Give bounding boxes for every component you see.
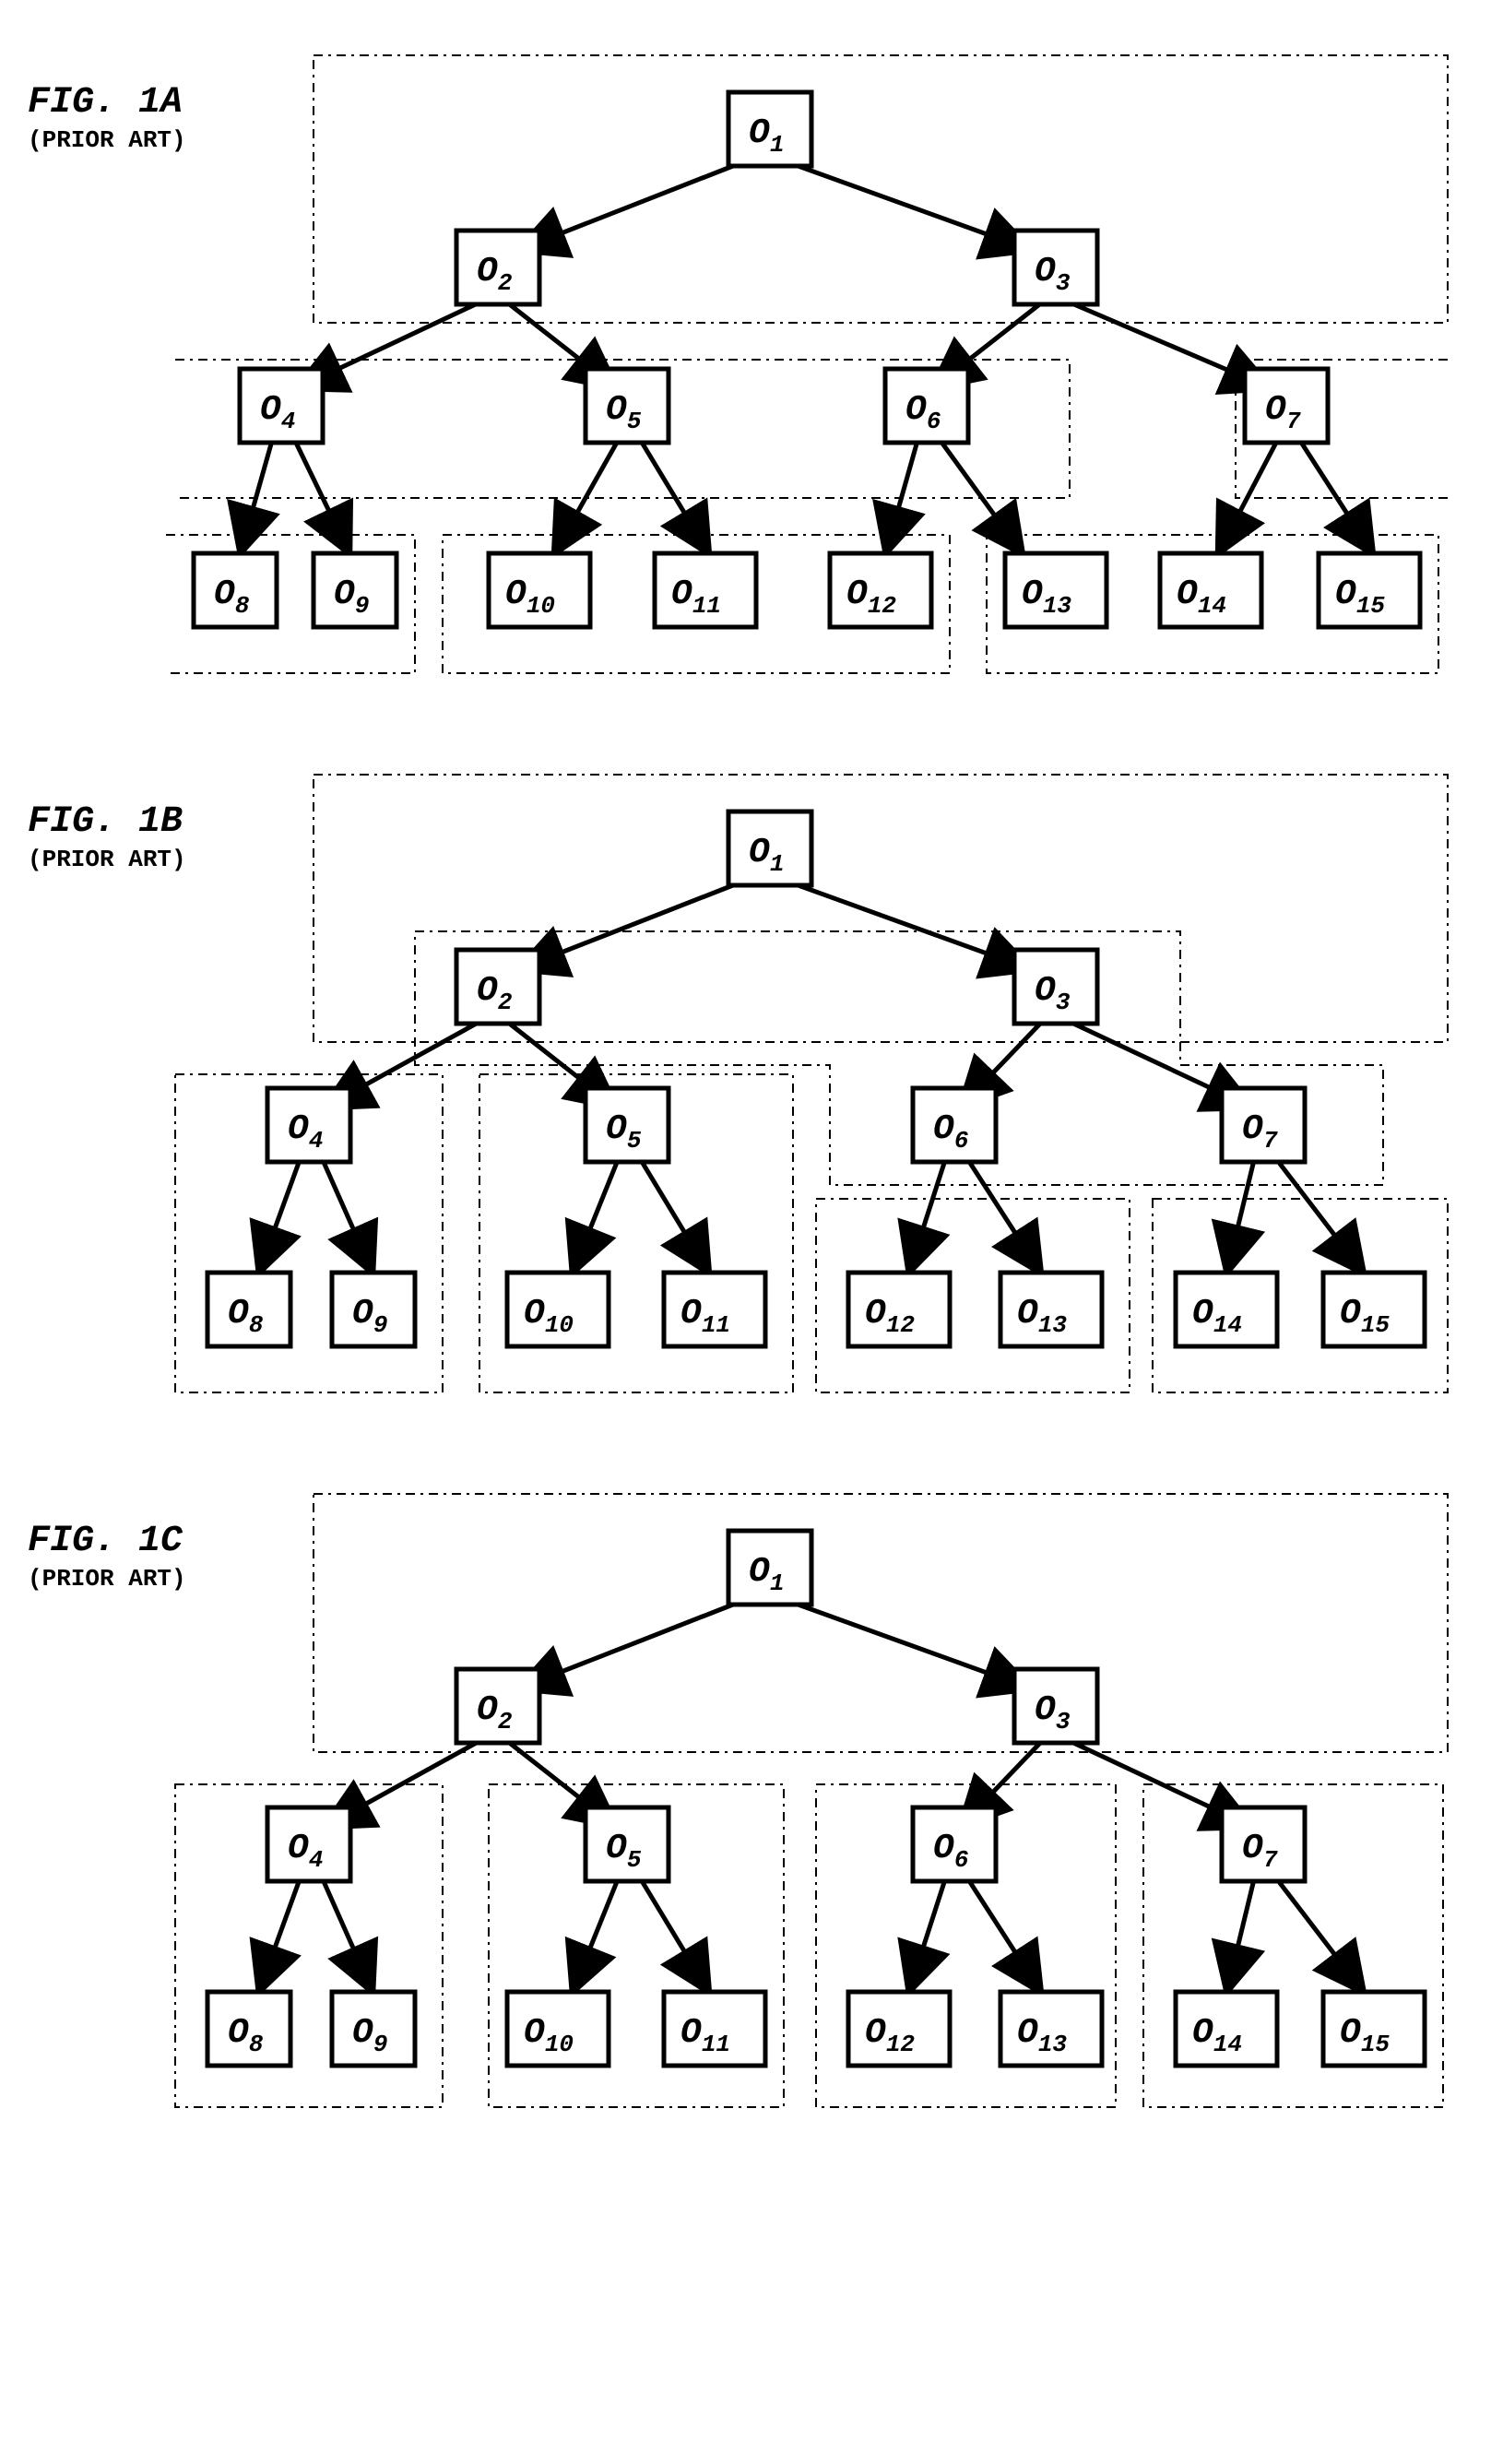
node-o2: O2 [456,231,539,304]
figure-label: FIG. 1B [28,801,183,843]
tree-diagram-b: O1 O2 O3 O4 O5 O6 O7 O8 O9 O10 O11 O12 O… [28,747,1475,1411]
figure-label: FIG. 1A [28,82,183,124]
node-o7: O7 [1222,1088,1305,1162]
figure-title: FIG. 1C (PRIOR ART) [28,1522,186,1593]
figure-label: FIG. 1C [28,1521,183,1562]
node-o3: O3 [1014,950,1097,1024]
node-o13: O13 [1005,553,1107,627]
tree-diagram-c: O1 O2 O3 O4 O5 O6 O7 O8 O9 O10 O11 O12 O… [28,1466,1475,2130]
node-o14: O14 [1176,1273,1277,1346]
node-o12: O12 [848,1992,950,2066]
node-o3: O3 [1014,1669,1097,1743]
node-o13: O13 [1000,1273,1102,1346]
node-o2: O2 [456,1669,539,1743]
node-o9: O9 [314,553,396,627]
node-o6: O6 [913,1088,996,1162]
figure-subtitle: (PRIOR ART) [28,1566,186,1593]
node-o12: O12 [830,553,931,627]
node-o14: O14 [1160,553,1261,627]
node-o5: O5 [586,1088,669,1162]
node-o15: O15 [1323,1992,1425,2066]
node-o11: O11 [664,1992,765,2066]
node-o8: O8 [207,1273,290,1346]
figure-title: FIG. 1B (PRIOR ART) [28,802,186,873]
node-o7: O7 [1222,1807,1305,1881]
node-o1: O1 [728,1531,811,1605]
node-o11: O11 [655,553,756,627]
node-o10: O10 [489,553,590,627]
node-o8: O8 [207,1992,290,2066]
node-o12: O12 [848,1273,950,1346]
node-o1: O1 [728,811,811,885]
node-o13: O13 [1000,1992,1102,2066]
node-o8: O8 [194,553,277,627]
node-o15: O15 [1323,1273,1425,1346]
figure-1b: FIG. 1B (PRIOR ART) O1 O2 [28,747,1475,1411]
node-o4: O4 [240,369,323,443]
node-o15: O15 [1319,553,1420,627]
figure-1a: FIG. 1A (PRIOR ART) O1 O2 O [28,28,1475,692]
node-o10: O10 [507,1273,609,1346]
node-o3: O3 [1014,231,1097,304]
node-o6: O6 [885,369,968,443]
node-o10: O10 [507,1992,609,2066]
tree-diagram-a: O1 O2 O3 O4 O5 O6 O7 O8 O9 O10 O11 O12 O… [28,28,1475,692]
node-o1: O1 [728,92,811,166]
node-o4: O4 [267,1088,350,1162]
figure-1c: FIG. 1C (PRIOR ART) O1 O2 O3 [28,1466,1475,2130]
node-o4: O4 [267,1807,350,1881]
node-o5: O5 [586,369,669,443]
node-o14: O14 [1176,1992,1277,2066]
node-o9: O9 [332,1273,415,1346]
node-o9: O9 [332,1992,415,2066]
figure-subtitle: (PRIOR ART) [28,127,186,154]
node-o11: O11 [664,1273,765,1346]
node-o2: O2 [456,950,539,1024]
node-o5: O5 [586,1807,669,1881]
figure-subtitle: (PRIOR ART) [28,847,186,873]
node-o7: O7 [1245,369,1328,443]
figure-title: FIG. 1A (PRIOR ART) [28,83,186,154]
node-o6: O6 [913,1807,996,1881]
